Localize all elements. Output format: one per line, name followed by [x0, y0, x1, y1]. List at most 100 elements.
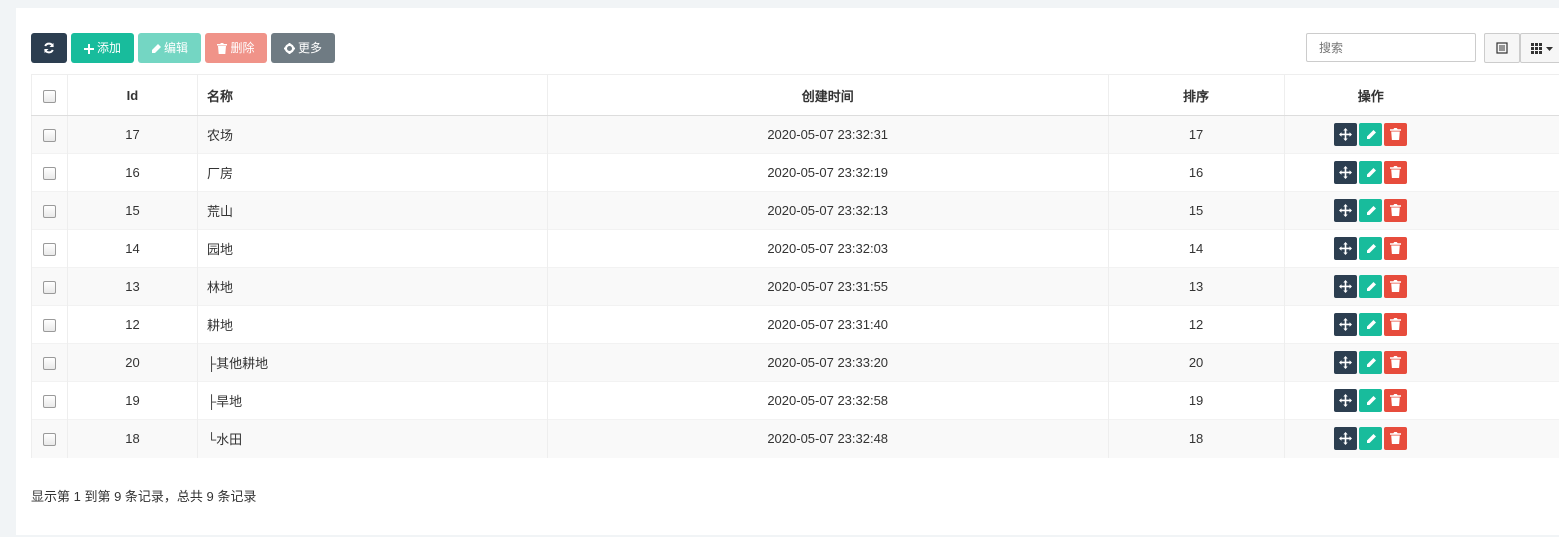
row-checkbox[interactable]	[42, 243, 56, 257]
table-row[interactable]: 12 耕地 2020-05-07 23:31:40 12	[31, 305, 1559, 344]
row-delete-button[interactable]	[1383, 123, 1407, 146]
row-checkbox[interactable]	[42, 167, 56, 181]
table-row[interactable]: 16 厂房 2020-05-07 23:32:19 16	[31, 153, 1559, 192]
row-checkbox[interactable]	[42, 319, 56, 333]
caret-down-icon	[1546, 47, 1553, 51]
delete-button[interactable]: 删除	[205, 33, 267, 63]
column-header-actions: 操作	[1283, 74, 1559, 116]
table-row[interactable]: 15 荒山 2020-05-07 23:32:13 15	[31, 191, 1559, 230]
refresh-icon	[44, 42, 54, 54]
cell-name: 农场	[196, 115, 548, 154]
row-delete-button[interactable]	[1383, 161, 1407, 184]
edit-button[interactable]: 编辑	[138, 33, 201, 63]
table-row[interactable]: 13 林地 2020-05-07 23:31:55 13	[31, 267, 1559, 306]
toggle-view-button[interactable]	[1484, 33, 1520, 63]
pencil-icon	[1366, 320, 1376, 329]
cell-sort: 17	[1107, 115, 1285, 154]
trash-icon	[1389, 242, 1401, 254]
more-button[interactable]: 更多	[271, 33, 335, 63]
row-select-cell	[31, 115, 68, 154]
add-button[interactable]: 添加	[71, 33, 134, 63]
search-input[interactable]	[1306, 33, 1476, 62]
row-delete-button[interactable]	[1383, 389, 1407, 412]
pencil-icon	[1366, 282, 1376, 291]
row-delete-button[interactable]	[1383, 199, 1407, 222]
row-edit-button[interactable]	[1358, 351, 1382, 374]
cell-name: 荒山	[196, 191, 548, 230]
cell-actions	[1283, 267, 1559, 306]
table-row[interactable]: 18 └水田 2020-05-07 23:32:48 18	[31, 419, 1559, 458]
cell-actions	[1283, 229, 1559, 268]
cell-sort: 19	[1107, 381, 1285, 420]
row-checkbox[interactable]	[42, 129, 56, 143]
cell-created: 2020-05-07 23:32:13	[546, 191, 1109, 230]
table-row[interactable]: 14 园地 2020-05-07 23:32:03 14	[31, 229, 1559, 268]
columns-dropdown-button[interactable]	[1520, 33, 1559, 63]
column-header-sort[interactable]: 排序	[1107, 74, 1285, 116]
row-edit-button[interactable]	[1358, 313, 1382, 336]
row-checkbox[interactable]	[42, 433, 56, 447]
cell-created: 2020-05-07 23:32:19	[546, 153, 1109, 192]
row-edit-button[interactable]	[1358, 199, 1382, 222]
cell-sort: 12	[1107, 305, 1285, 344]
pencil-icon	[151, 43, 161, 53]
table-row[interactable]: 19 ├旱地 2020-05-07 23:32:58 19	[31, 381, 1559, 420]
cell-created: 2020-05-07 23:31:40	[546, 305, 1109, 344]
trash-icon	[1389, 356, 1401, 368]
data-table: Id 名称 创建时间 排序 操作 17 农场 2020-05-07 23:32:31…	[31, 74, 1559, 458]
drag-sort-button[interactable]	[1333, 275, 1357, 298]
row-checkbox[interactable]	[42, 395, 56, 409]
drag-sort-button[interactable]	[1333, 389, 1357, 412]
drag-sort-button[interactable]	[1333, 313, 1357, 336]
cell-id: 20	[66, 343, 198, 382]
move-icon	[1338, 394, 1352, 407]
row-checkbox[interactable]	[42, 205, 56, 219]
pencil-icon	[1366, 396, 1376, 405]
cell-actions	[1283, 191, 1559, 230]
row-edit-button[interactable]	[1358, 161, 1382, 184]
select-all-cell	[31, 74, 68, 116]
row-delete-button[interactable]	[1383, 427, 1407, 451]
drag-sort-button[interactable]	[1333, 237, 1357, 260]
cell-created: 2020-05-07 23:32:58	[546, 381, 1109, 420]
row-edit-button[interactable]	[1358, 389, 1382, 412]
move-icon	[1338, 356, 1352, 369]
drag-sort-button[interactable]	[1333, 351, 1357, 374]
table-header-row: Id 名称 创建时间 排序 操作	[31, 74, 1559, 116]
cell-sort: 15	[1107, 191, 1285, 230]
column-header-created[interactable]: 创建时间	[546, 74, 1109, 116]
row-checkbox[interactable]	[42, 281, 56, 295]
row-checkbox[interactable]	[42, 357, 56, 371]
drag-sort-button[interactable]	[1333, 427, 1357, 451]
add-button-label: 添加	[96, 41, 121, 55]
row-delete-button[interactable]	[1383, 275, 1407, 298]
cell-id: 12	[66, 305, 198, 344]
table-row[interactable]: 17 农场 2020-05-07 23:32:31 17	[31, 115, 1559, 154]
cell-actions	[1283, 153, 1559, 192]
grid-icon	[1531, 43, 1542, 54]
refresh-button[interactable]	[31, 33, 67, 63]
cell-actions	[1283, 343, 1559, 382]
row-edit-button[interactable]	[1358, 123, 1382, 146]
cell-id: 19	[66, 381, 198, 420]
column-header-name[interactable]: 名称	[196, 74, 548, 116]
row-delete-button[interactable]	[1383, 313, 1407, 336]
pagination-summary: 显示第 1 到第 9 条记录，总共 9 条记录	[31, 489, 257, 504]
drag-sort-button[interactable]	[1333, 199, 1357, 222]
row-delete-button[interactable]	[1383, 351, 1407, 374]
column-header-id[interactable]: Id	[66, 74, 198, 116]
cell-id: 16	[66, 153, 198, 192]
drag-sort-button[interactable]	[1333, 161, 1357, 184]
gear-icon	[283, 43, 295, 55]
row-delete-button[interactable]	[1383, 237, 1407, 260]
row-edit-button[interactable]	[1358, 237, 1382, 260]
trash-icon	[1389, 318, 1401, 330]
row-edit-button[interactable]	[1358, 427, 1382, 451]
cell-created: 2020-05-07 23:31:55	[546, 267, 1109, 306]
drag-sort-button[interactable]	[1333, 123, 1357, 146]
select-all-checkbox[interactable]	[42, 89, 56, 103]
table-row[interactable]: 20 ├其他耕地 2020-05-07 23:33:20 20	[31, 343, 1559, 382]
move-icon	[1338, 166, 1352, 179]
row-select-cell	[31, 305, 68, 344]
row-edit-button[interactable]	[1358, 275, 1382, 298]
